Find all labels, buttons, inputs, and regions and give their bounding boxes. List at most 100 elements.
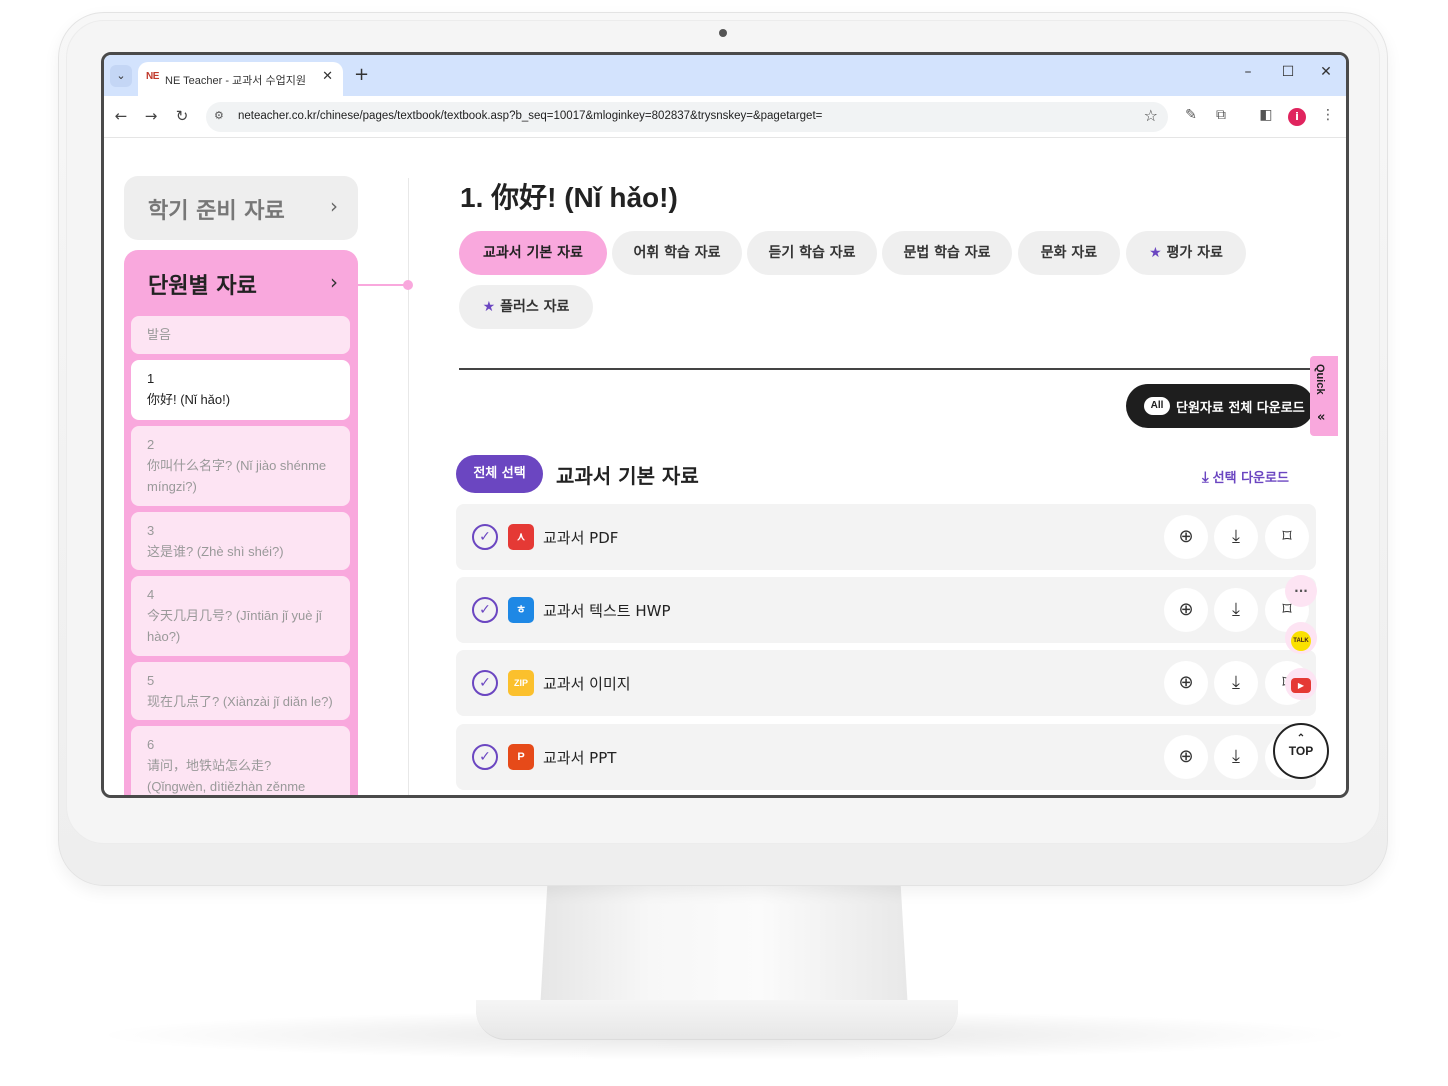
more-options-icon[interactable]: ··· [1285, 575, 1317, 607]
download-icon: ⤓ [1202, 468, 1209, 486]
tab-assessment[interactable]: ★ 평가 자료 [1126, 231, 1246, 275]
star-icon[interactable]: ☆ [1144, 106, 1158, 125]
quick-menu-tab[interactable]: Quick « [1310, 356, 1338, 436]
download-all-label: 단원자료 전체 다운로드 [1176, 401, 1305, 416]
profile-avatar[interactable]: i [1288, 108, 1306, 126]
resource-row-ppt: ✓ P 교과서 PPT ⊕ ⤓ ⌑ [456, 724, 1316, 790]
top-label: TOP [1288, 744, 1314, 758]
zoom-in-icon[interactable]: ⊕ [1164, 735, 1208, 779]
tab-textbook-basic[interactable]: 교과서 기본 자료 [459, 231, 607, 275]
browser-tab[interactable]: NE NE Teacher - 교과서 수업지원 ✕ [138, 62, 343, 96]
check-circle-icon[interactable]: ✓ [472, 597, 498, 623]
tab-label: 문법 학습 자료 [903, 245, 991, 261]
chevron-down-icon[interactable]: ⌄ [110, 65, 132, 87]
youtube-icon[interactable]: ▶ [1285, 668, 1317, 700]
unit-item-text: 你叫什么名字? (Nǐ jiào shénme míngzi?) [147, 458, 327, 494]
sidebar-divider [408, 178, 409, 795]
unit-item-number: 5 [147, 673, 155, 688]
sidebar-item-semester-prep[interactable]: 학기 준비 자료 › [124, 176, 358, 240]
browser-tabbar: ⌄ NE NE Teacher - 교과서 수업지원 ✕ + – ☐ ✕ [104, 55, 1346, 96]
unit-item-3[interactable]: 3 这是谁? (Zhè shì shéi?) [131, 512, 350, 570]
browser-toolbar: ← → ↻ ⚙ neteacher.co.kr/chinese/pages/te… [104, 96, 1346, 138]
unit-item-text: 발음 [147, 327, 171, 342]
unit-item-pronunciation[interactable]: 발음 [131, 316, 350, 354]
unit-item-text: 你好! (Nǐ hǎo!) [147, 392, 231, 407]
zoom-in-icon[interactable]: ⊕ [1164, 515, 1208, 559]
sidebar-unit-panel: 단원별 자료 › 발음 1 你好! (Nǐ hǎo!) 2 你叫什么名字? (N… [124, 250, 358, 795]
monitor-stand-base [476, 1000, 958, 1040]
resource-row-hwp: ✓ ㅎ 교과서 텍스트 HWP ⊕ ⤓ ⌑ [456, 577, 1316, 643]
ne-favicon-icon: NE [146, 71, 159, 82]
unit-item-5[interactable]: 5 现在几点了? (Xiànzài jǐ diǎn le?) [131, 662, 350, 720]
chevron-up-icon: ⌃ [1296, 733, 1306, 744]
extension-icon[interactable]: ✎ [1182, 107, 1200, 123]
unit-item-4[interactable]: 4 今天几月几号? (Jīntiān jǐ yuè jǐ hào?) [131, 576, 350, 656]
download-icon[interactable]: ⤓ [1214, 515, 1258, 559]
chevron-right-icon[interactable]: › [330, 270, 338, 294]
resource-label: 교과서 이미지 [543, 675, 631, 693]
maximize-icon[interactable]: ☐ [1278, 64, 1298, 80]
unit-item-text: 今天几月几号? (Jīntiān jǐ yuè jǐ hào?) [147, 608, 322, 644]
bookmark-icon[interactable]: ⌑ [1265, 515, 1309, 559]
check-circle-icon[interactable]: ✓ [472, 670, 498, 696]
unit-item-number: 6 [147, 737, 155, 752]
resource-row-pdf: ✓ ⋏ 교과서 PDF ⊕ ⤓ ⌑ [456, 504, 1316, 570]
select-all-button[interactable]: 전체 선택 [456, 455, 543, 493]
tab-plus[interactable]: ★ 플러스 자료 [459, 285, 593, 329]
plus-icon[interactable]: + [354, 64, 369, 85]
unit-item-text: 现在几点了? (Xiànzài jǐ diǎn le?) [147, 694, 333, 709]
resource-label: 교과서 PPT [543, 749, 617, 767]
puzzle-icon[interactable]: ⧉ [1212, 107, 1230, 123]
address-bar[interactable]: ⚙ neteacher.co.kr/chinese/pages/textbook… [206, 102, 1168, 132]
tab-vocabulary[interactable]: 어휘 학습 자료 [612, 231, 742, 275]
tab-label: 교과서 기본 자료 [483, 245, 583, 261]
selected-download-link[interactable]: ⤓ 선택 다운로드 [1202, 467, 1289, 486]
tab-grammar[interactable]: 문법 학습 자료 [882, 231, 1012, 275]
resource-label: 교과서 텍스트 HWP [543, 602, 671, 620]
hwp-icon: ㅎ [508, 597, 534, 623]
tab-listening[interactable]: 듣기 학습 자료 [747, 231, 877, 275]
chevron-right-icon: › [330, 194, 338, 218]
download-icon[interactable]: ⤓ [1214, 588, 1258, 632]
tab-label: 어휘 학습 자료 [633, 245, 721, 261]
unit-item-2[interactable]: 2 你叫什么名字? (Nǐ jiào shénme míngzi?) [131, 426, 350, 506]
zip-icon: ZIP [508, 670, 534, 696]
close-icon[interactable]: ✕ [322, 69, 333, 84]
resource-row-zip: ✓ ZIP 교과서 이미지 ⊕ ⤓ ⌑ [456, 650, 1316, 716]
minimize-icon[interactable]: – [1238, 64, 1258, 80]
download-icon[interactable]: ⤓ [1214, 735, 1258, 779]
active-connector-dot [403, 280, 413, 290]
scroll-to-top-button[interactable]: ⌃ TOP [1273, 723, 1329, 779]
tab-culture[interactable]: 문화 자료 [1018, 231, 1120, 275]
star-icon: ★ [482, 299, 496, 315]
side-panel-icon[interactable]: ◧ [1257, 107, 1275, 123]
section-divider [459, 368, 1319, 370]
download-icon[interactable]: ⤓ [1214, 661, 1258, 705]
resource-label: 교과서 PDF [543, 529, 619, 547]
tab-label: 플러스 자료 [500, 299, 570, 315]
download-all-button[interactable]: All 단원자료 전체 다운로드 [1126, 384, 1314, 428]
pdf-icon: ⋏ [508, 524, 534, 550]
kebab-menu-icon[interactable]: ⋮ [1319, 107, 1337, 123]
url-text: neteacher.co.kr/chinese/pages/textbook/t… [238, 110, 823, 122]
kakao-talk-icon[interactable]: TALK [1285, 622, 1317, 654]
zoom-in-icon[interactable]: ⊕ [1164, 661, 1208, 705]
unit-item-number: 4 [147, 587, 155, 602]
reload-icon[interactable]: ↻ [173, 107, 191, 125]
back-icon[interactable]: ← [112, 107, 130, 125]
unit-item-text: 请问，地铁站怎么走? (Qǐngwèn, dìtiězhàn zěnme zǒu… [147, 758, 306, 794]
active-connector-line [358, 284, 406, 286]
site-info-icon[interactable]: ⚙ [214, 109, 224, 122]
zoom-in-icon[interactable]: ⊕ [1164, 588, 1208, 632]
window-close-icon[interactable]: ✕ [1316, 64, 1336, 80]
unit-item-number: 1 [147, 371, 155, 386]
check-circle-icon[interactable]: ✓ [472, 744, 498, 770]
check-circle-icon[interactable]: ✓ [472, 524, 498, 550]
tab-title: NE Teacher - 교과서 수업지원 [165, 75, 306, 87]
page-content: 학기 준비 자료 › 단원별 자료 › 발음 1 你好! (Nǐ hǎo!) 2… [104, 138, 1346, 795]
unit-item-1[interactable]: 1 你好! (Nǐ hǎo!) [131, 360, 350, 420]
unit-item-6[interactable]: 6 请问，地铁站怎么走? (Qǐngwèn, dìtiězhàn zěnme z… [131, 726, 350, 795]
forward-icon[interactable]: → [142, 107, 160, 125]
tab-label: 문화 자료 [1040, 245, 1098, 261]
monitor-stand-neck [540, 884, 908, 1010]
